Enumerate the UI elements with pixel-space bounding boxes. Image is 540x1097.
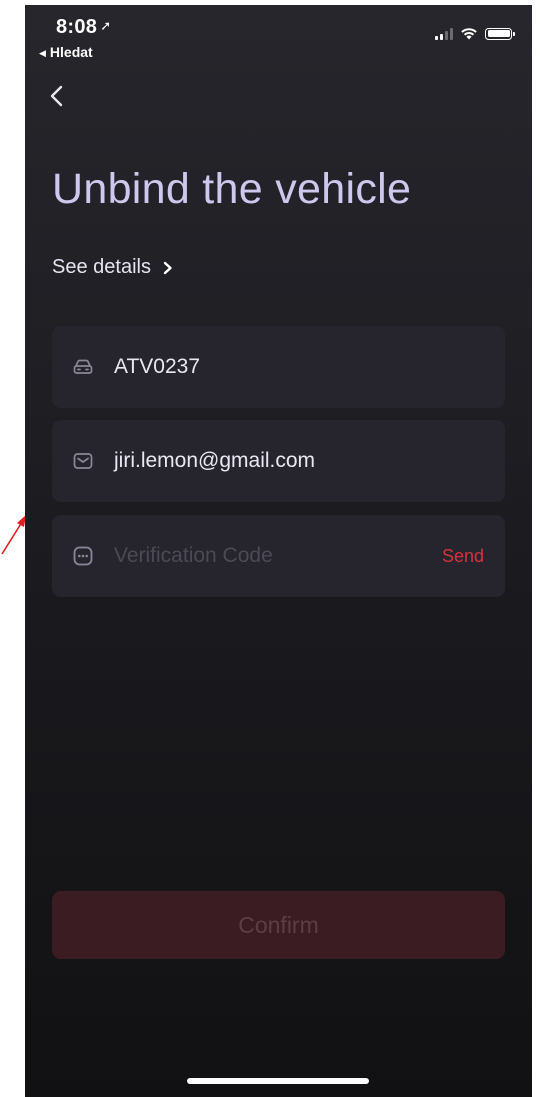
back-to-app-label: Hledat xyxy=(49,44,93,60)
car-icon xyxy=(73,359,93,374)
verification-code-input[interactable] xyxy=(114,544,442,568)
location-arrow-icon: ➚ xyxy=(100,18,112,33)
cellular-signal-icon xyxy=(435,27,453,40)
vehicle-id-value: ATV0237 xyxy=(114,355,200,378)
envelope-icon xyxy=(73,453,93,469)
vehicle-field[interactable]: ATV0237 xyxy=(52,326,505,408)
back-to-app-link[interactable]: ◀ Hledat xyxy=(39,44,93,60)
message-code-icon xyxy=(73,546,93,566)
confirm-button[interactable]: Confirm xyxy=(52,891,505,959)
email-value: jiri.lemon@gmail.com xyxy=(114,449,316,472)
home-indicator[interactable] xyxy=(187,1078,369,1084)
email-field[interactable]: jiri.lemon@gmail.com xyxy=(52,420,505,502)
page-title: Unbind the vehicle xyxy=(52,165,412,213)
phone-screen: 8:08 ➚ ◀ Hledat Unbind the vehicle See det… xyxy=(25,5,532,1097)
status-icons xyxy=(435,27,515,40)
back-triangle-icon: ◀ xyxy=(39,48,46,58)
send-code-button[interactable]: Send xyxy=(442,546,484,567)
see-details-link[interactable]: See details xyxy=(52,256,173,279)
status-time: 8:08 ➚ xyxy=(56,16,111,39)
status-time-text: 8:08 xyxy=(56,16,98,38)
verification-code-field[interactable]: Send xyxy=(52,515,505,597)
chevron-left-icon[interactable] xyxy=(45,83,71,109)
wifi-icon xyxy=(461,28,477,40)
see-details-label: See details xyxy=(52,256,151,278)
battery-icon xyxy=(485,27,515,40)
chevron-right-icon xyxy=(163,261,172,274)
